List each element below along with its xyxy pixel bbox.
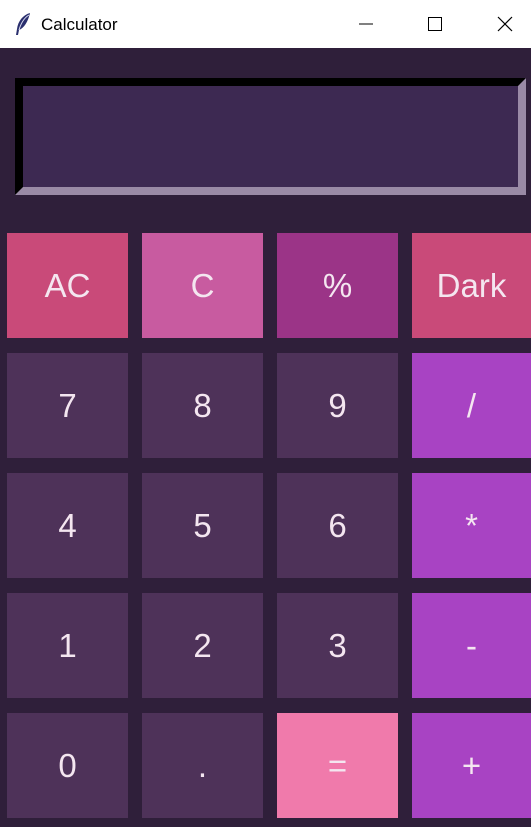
maximize-button[interactable] — [400, 0, 470, 48]
add-button[interactable]: + — [412, 713, 531, 818]
digit-2-button[interactable]: 2 — [142, 593, 263, 698]
display-field[interactable] — [15, 78, 526, 195]
window-title: Calculator — [41, 15, 118, 34]
minimize-icon — [358, 16, 374, 32]
minimize-button[interactable] — [331, 0, 401, 48]
title-bar: Calculator — [0, 0, 531, 48]
digit-1-button[interactable]: 1 — [7, 593, 128, 698]
subtract-button[interactable]: - — [412, 593, 531, 698]
calculator-body: AC C % Dark 7 8 9 / 4 5 6 * 1 2 3 - 0 . … — [0, 48, 531, 827]
digit-8-button[interactable]: 8 — [142, 353, 263, 458]
digit-3-button[interactable]: 3 — [277, 593, 398, 698]
dark-mode-button[interactable]: Dark — [412, 233, 531, 338]
digit-6-button[interactable]: 6 — [277, 473, 398, 578]
digit-7-button[interactable]: 7 — [7, 353, 128, 458]
decimal-point-button[interactable]: . — [142, 713, 263, 818]
close-icon — [497, 16, 513, 32]
digit-5-button[interactable]: 5 — [142, 473, 263, 578]
maximize-icon — [427, 16, 443, 32]
digit-4-button[interactable]: 4 — [7, 473, 128, 578]
digit-0-button[interactable]: 0 — [7, 713, 128, 818]
digit-9-button[interactable]: 9 — [277, 353, 398, 458]
multiply-button[interactable]: * — [412, 473, 531, 578]
divide-button[interactable]: / — [412, 353, 531, 458]
calculator-window: Calculator AC C % Dark 7 8 9 / 4 5 6 * 1… — [0, 0, 531, 827]
feather-icon — [13, 12, 33, 36]
percent-button[interactable]: % — [277, 233, 398, 338]
equals-button[interactable]: = — [277, 713, 398, 818]
clear-button[interactable]: C — [142, 233, 263, 338]
close-button[interactable] — [470, 0, 531, 48]
ac-button[interactable]: AC — [7, 233, 128, 338]
